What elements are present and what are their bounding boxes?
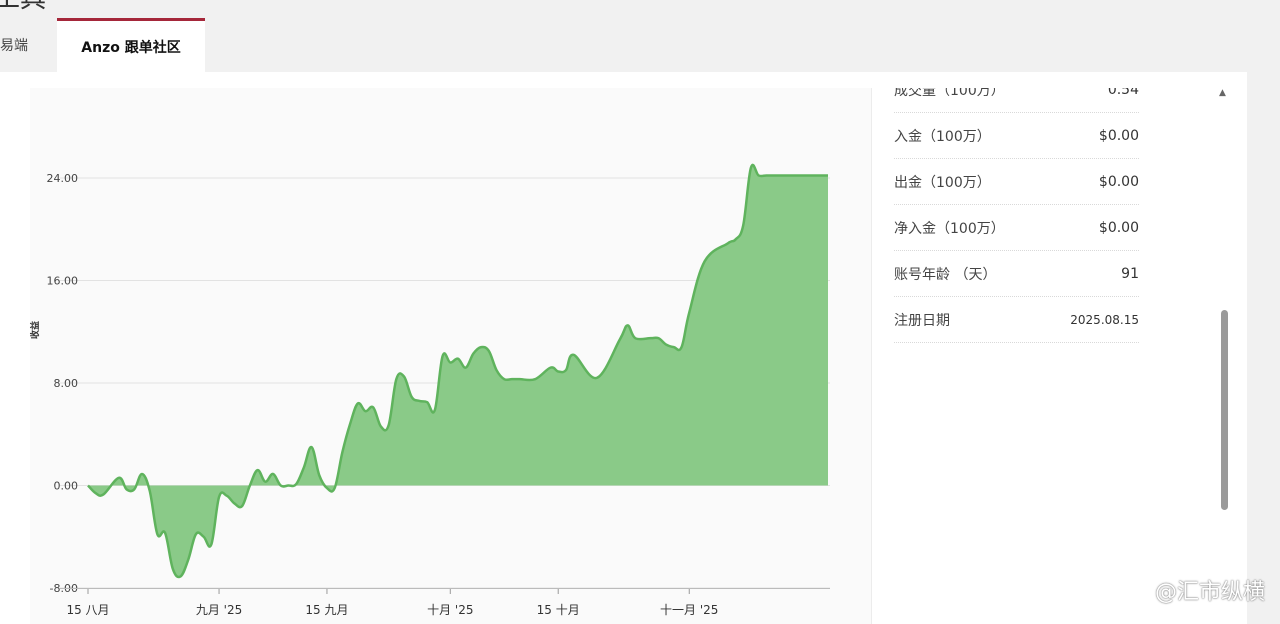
y-tick-label: 16.00 — [47, 275, 79, 288]
stat-row-account-age: 账号年龄 （天） 91 — [894, 251, 1139, 297]
stats-list: 成交量（100万） 0.54 入金（100万） $0.00 出金（100万） $… — [894, 67, 1139, 343]
y-axis-label: 收益 — [29, 321, 41, 339]
stat-value: $0.00 — [1098, 173, 1139, 190]
stat-row-registration-date: 注册日期 2025.08.15 — [894, 297, 1139, 343]
stat-value: 2025.08.15 — [1070, 312, 1139, 327]
stat-row-net-deposit: 净入金（100万） $0.00 — [894, 205, 1139, 251]
stat-label: 出金（100万） — [894, 174, 991, 191]
equity-chart: -8.000.008.0016.0024.00 15 八月 九月 '25 15 九月… — [29, 163, 830, 617]
stat-value: 91 — [1121, 265, 1139, 282]
x-tick-label: 十一月 '25 — [660, 603, 718, 617]
stat-label: 注册日期 — [894, 312, 950, 329]
stat-value: $0.00 — [1098, 127, 1139, 144]
stat-value: $0.00 — [1098, 219, 1139, 236]
x-tick-label: 15 十月 — [537, 603, 580, 617]
x-tick-label: 十月 '25 — [427, 603, 473, 617]
scrollbar-thumb[interactable] — [1221, 310, 1228, 510]
y-tick-label: 24.00 — [47, 172, 79, 185]
y-axis-ticks: -8.000.008.0016.0024.00 — [47, 172, 79, 595]
x-tick-label: 九月 '25 — [196, 603, 242, 617]
stat-row-deposit: 入金（100万） $0.00 — [894, 113, 1139, 159]
y-tick-label: 0.00 — [54, 480, 79, 493]
stat-label: 入金（100万） — [894, 128, 991, 145]
y-tick-label: 8.00 — [54, 377, 79, 390]
triangle-up-icon[interactable]: ▲ — [1219, 88, 1226, 98]
watermark-text: @汇市纵横 — [1155, 580, 1266, 605]
stats-scroll-clip — [871, 72, 1217, 88]
equity-area-fill — [88, 164, 828, 578]
stat-row-withdrawal: 出金（100万） $0.00 — [894, 159, 1139, 205]
x-axis-ticks: 15 八月 九月 '25 15 九月 十月 '25 15 十月 十一月 '25 — [60, 588, 830, 617]
brand-logo-icon — [1131, 579, 1149, 597]
stat-label: 账号年龄 （天） — [894, 266, 997, 283]
x-tick-label: 15 八月 — [66, 603, 109, 617]
x-tick-label: 15 九月 — [305, 603, 348, 617]
stat-label: 净入金（100万） — [894, 220, 1005, 237]
